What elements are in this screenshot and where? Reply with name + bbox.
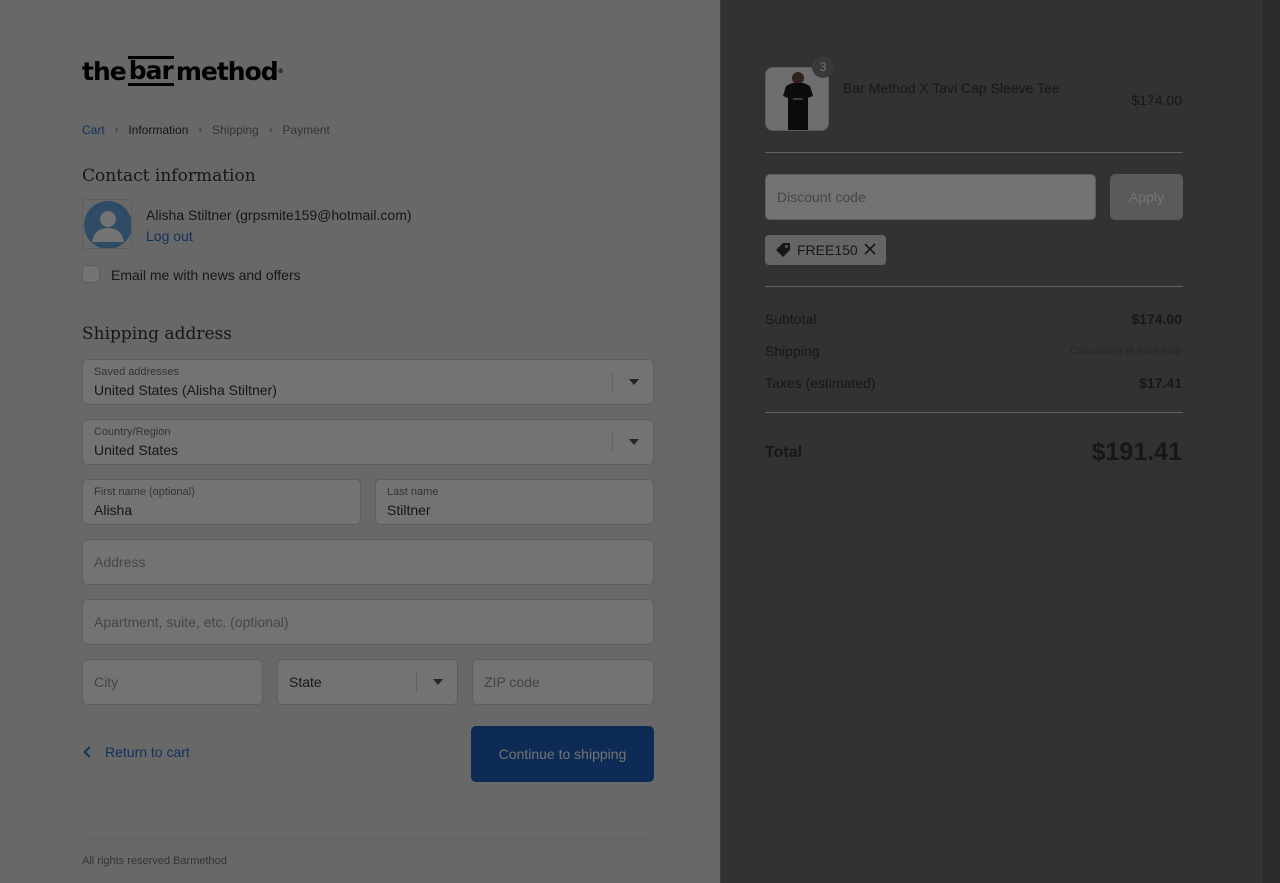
discount-code-input[interactable]: Discount code	[765, 174, 1096, 220]
summary-divider	[765, 152, 1183, 153]
logo-text-the: the	[82, 56, 127, 86]
country-select[interactable]: Country/Region United States	[82, 419, 654, 465]
summary-divider	[765, 286, 1183, 287]
user-avatar-icon	[84, 201, 131, 248]
breadcrumb-cart[interactable]: Cart	[82, 123, 105, 137]
address-placeholder: Address	[94, 554, 146, 570]
total-value: $191.41	[1091, 438, 1182, 466]
breadcrumb-payment: Payment	[282, 123, 330, 137]
country-value: United States	[94, 442, 179, 458]
shipping-value: Calculated at next step	[1070, 345, 1182, 357]
footer-divider	[82, 838, 654, 839]
country-label: Country/Region	[94, 426, 171, 438]
product-variant: Ebony / X-Small	[843, 100, 922, 112]
taxes-value: $17.41	[1139, 375, 1182, 391]
select-divider	[612, 372, 613, 393]
breadcrumb: Cart › Information › Shipping › Payment	[82, 123, 330, 137]
subtotal-value: $174.00	[1131, 311, 1182, 327]
avatar	[82, 199, 132, 249]
newsletter-label[interactable]: Email me with news and offers	[111, 267, 301, 283]
product-name: Bar Method X Tavi Cap Sleeve Tee	[843, 80, 1060, 96]
product-price: $174.00	[1131, 92, 1182, 108]
summary-divider	[765, 412, 1183, 413]
chevron-right-icon: ›	[198, 124, 203, 136]
select-divider	[612, 432, 613, 453]
return-to-cart-label: Return to cart	[105, 744, 190, 760]
brand-logo[interactable]: the bar method ®	[82, 56, 284, 86]
shipping-title: Shipping address	[82, 324, 233, 344]
total-currency: USD	[1060, 451, 1084, 463]
last-name-field[interactable]: Last name Stiltner	[375, 479, 654, 525]
chevron-down-icon	[433, 679, 443, 685]
saved-addresses-label: Saved addresses	[94, 366, 179, 378]
city-field[interactable]: City	[82, 659, 263, 705]
apply-discount-button[interactable]: Apply	[1110, 174, 1183, 220]
zip-placeholder: ZIP code	[484, 674, 540, 690]
chevron-down-icon	[629, 439, 639, 445]
discount-code-label: FREE150	[797, 242, 858, 258]
newsletter-checkbox[interactable]	[82, 265, 100, 283]
apartment-field[interactable]: Apartment, suite, etc. (optional)	[82, 599, 654, 645]
last-name-value: Stiltner	[387, 502, 431, 518]
logo-text-bar: bar	[127, 56, 174, 86]
state-value: State	[289, 674, 322, 690]
contact-title: Contact information	[82, 166, 256, 186]
page-scrollbar[interactable]	[1263, 0, 1280, 883]
breadcrumb-shipping: Shipping	[212, 123, 259, 137]
discount-placeholder: Discount code	[777, 189, 866, 205]
last-name-label: Last name	[387, 486, 439, 498]
state-select[interactable]: State	[277, 659, 458, 705]
city-placeholder: City	[94, 674, 119, 690]
user-identity: Alisha Stiltner (grpsmite159@hotmail.com…	[146, 207, 412, 223]
chevron-right-icon: ›	[268, 124, 273, 136]
logo-text-method: method	[175, 56, 279, 86]
footer-copyright: All rights reserved Barmethod	[82, 855, 227, 867]
return-to-cart-link[interactable]: Return to cart	[82, 744, 190, 760]
applied-discount-tag: FREE150	[765, 235, 886, 265]
address-field[interactable]: Address	[82, 539, 654, 585]
quantity-badge: 3	[812, 56, 834, 78]
shipping-label: Shipping	[765, 343, 820, 359]
continue-to-shipping-button[interactable]: Continue to shipping	[471, 726, 654, 782]
breadcrumb-information: Information	[128, 123, 189, 137]
saved-addresses-select[interactable]: Saved addresses United States (Alisha St…	[82, 359, 654, 405]
first-name-field[interactable]: First name (optional) Alisha	[82, 479, 361, 525]
apartment-placeholder: Apartment, suite, etc. (optional)	[94, 614, 289, 630]
price-tag-icon	[776, 243, 790, 257]
select-divider	[416, 672, 417, 693]
taxes-label: Taxes (estimated)	[765, 375, 876, 391]
chevron-left-icon	[83, 746, 95, 758]
zip-field[interactable]: ZIP code	[472, 659, 654, 705]
chevron-down-icon	[629, 379, 639, 385]
logo-trademark: ®	[277, 67, 284, 75]
saved-addresses-value: United States (Alisha Stiltner)	[94, 382, 277, 398]
subtotal-label: Subtotal	[765, 311, 817, 327]
first-name-label: First name (optional)	[94, 486, 195, 498]
logout-link[interactable]: Log out	[146, 228, 193, 244]
first-name-value: Alisha	[94, 502, 133, 518]
chevron-right-icon: ›	[114, 124, 119, 136]
total-label: Total	[765, 444, 803, 461]
close-icon[interactable]	[863, 242, 877, 256]
checkout-main-panel: the bar method ® Cart › Information › Sh…	[0, 0, 720, 883]
